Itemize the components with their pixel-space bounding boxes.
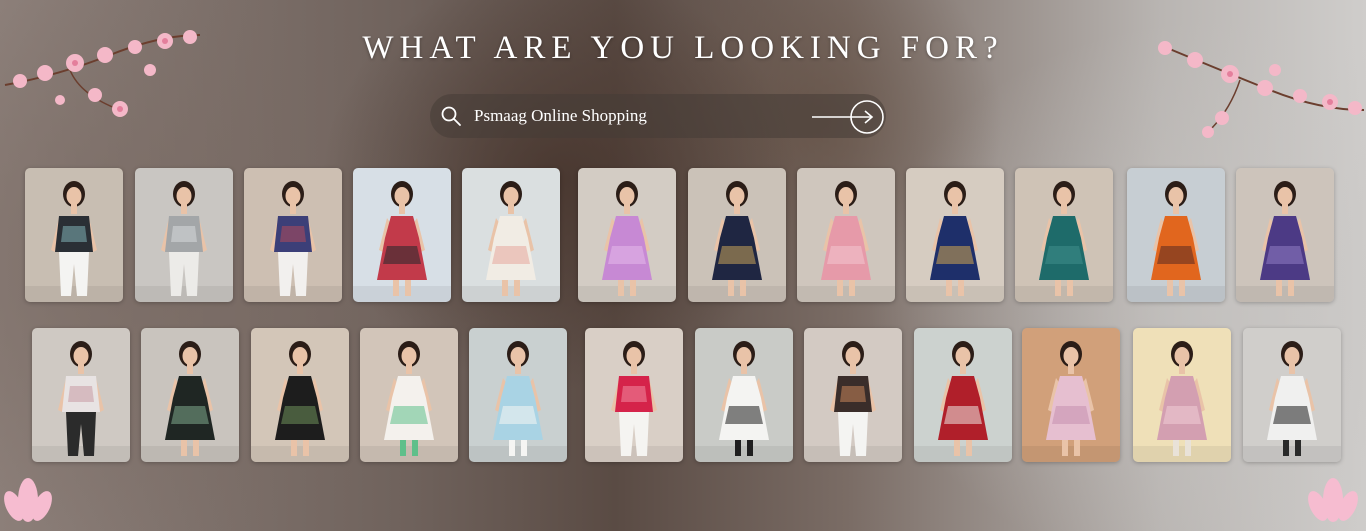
product-white-long-kurta[interactable]	[32, 328, 130, 462]
product-white-anarkali[interactable]	[462, 168, 560, 302]
product-pink-block-print-kurta[interactable]	[797, 168, 895, 302]
product-printed-crop-top[interactable]	[804, 328, 902, 462]
product-black-printed-kurta[interactable]	[251, 328, 349, 462]
arrow-right-circle-icon[interactable]	[810, 100, 886, 134]
product-orange-straight-kurta[interactable]	[1127, 168, 1225, 302]
product-black-white-kurta[interactable]	[1243, 328, 1341, 462]
product-pink-flared-skirt[interactable]	[1022, 328, 1120, 462]
product-pink-checked-kurta[interactable]	[1133, 328, 1231, 462]
product-navy-gold-anarkali[interactable]	[688, 168, 786, 302]
product-red-print-shirt[interactable]	[585, 328, 683, 462]
search-input[interactable]: Psmaag Online Shopping	[474, 106, 647, 126]
hero-banner: WHAT ARE YOU LOOKING FOR? Psmaag Online …	[0, 0, 1366, 531]
search-icon	[441, 106, 461, 126]
lotus-flower-left	[4, 478, 52, 522]
page-title: WHAT ARE YOU LOOKING FOR?	[362, 30, 1004, 66]
product-green-tiered-skirt[interactable]	[360, 328, 458, 462]
product-purple-anarkali[interactable]	[1236, 168, 1334, 302]
product-teal-anarkali[interactable]	[1015, 168, 1113, 302]
product-checked-bell-sleeve-top[interactable]	[244, 168, 342, 302]
product-grey-ruffle-top[interactable]	[135, 168, 233, 302]
product-black-palazzo[interactable]	[695, 328, 793, 462]
product-row-1	[0, 168, 1366, 308]
product-red-floral-dress[interactable]	[914, 328, 1012, 462]
lotus-flower-right	[1308, 478, 1358, 522]
product-white-palazzo-set[interactable]	[469, 328, 567, 462]
search-bar[interactable]: Psmaag Online Shopping	[430, 94, 886, 138]
product-black-floral-dress[interactable]	[141, 328, 239, 462]
product-floral-red-dress[interactable]	[353, 168, 451, 302]
product-floral-black-top[interactable]	[25, 168, 123, 302]
product-row-2	[0, 328, 1366, 468]
product-lilac-anarkali[interactable]	[578, 168, 676, 302]
product-blue-ethnic-gown[interactable]	[906, 168, 1004, 302]
